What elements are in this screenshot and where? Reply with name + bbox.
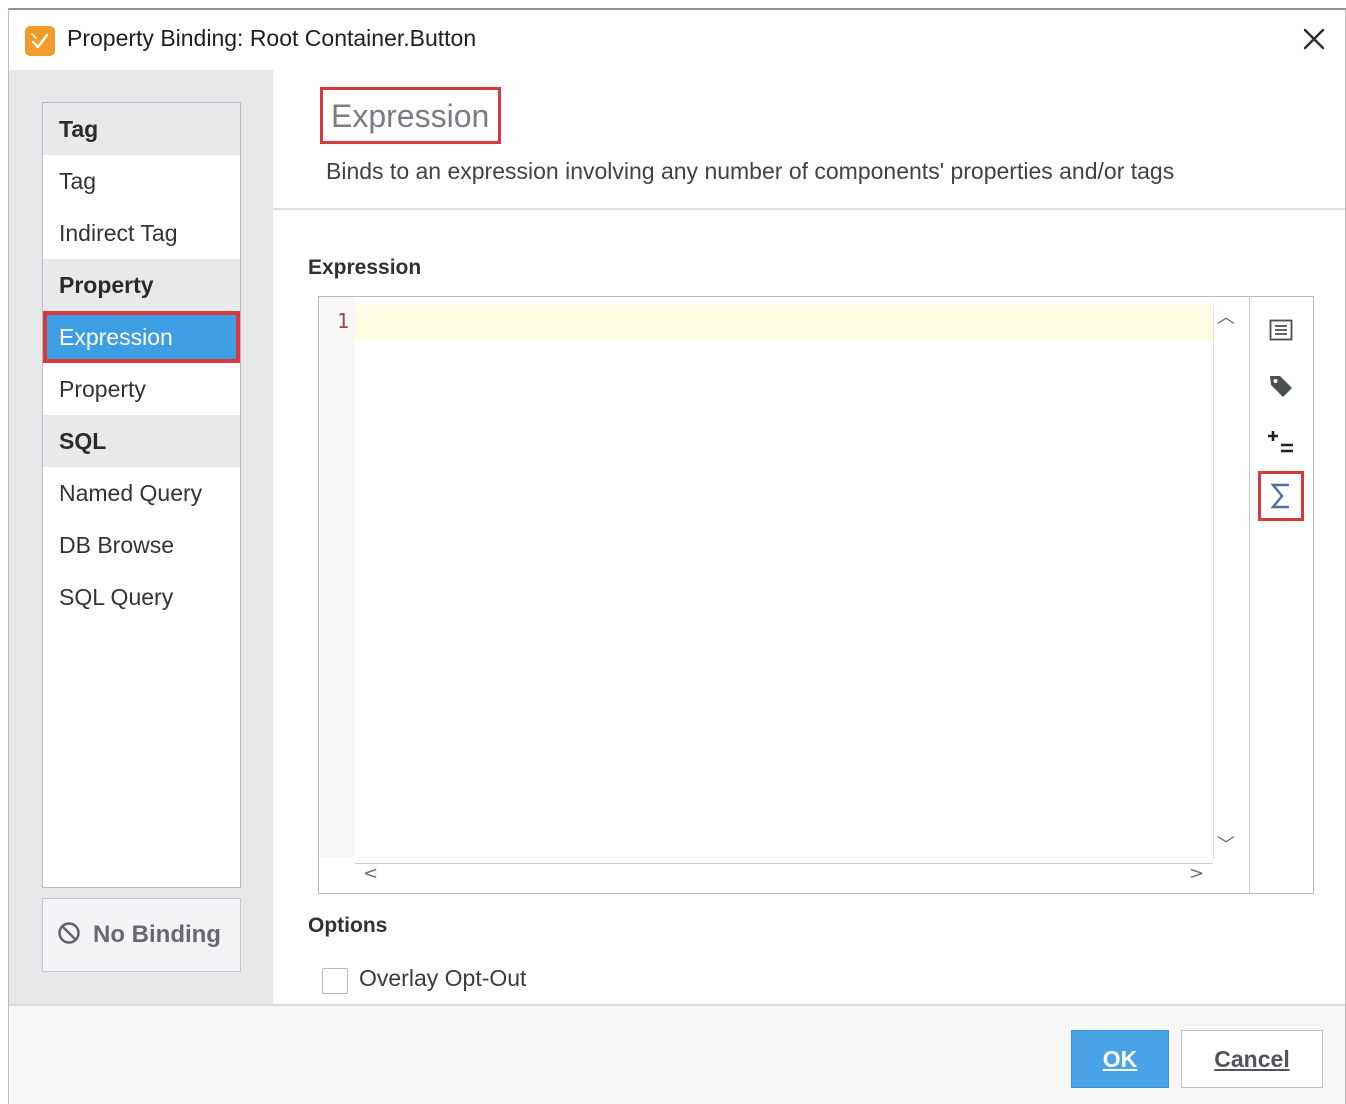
expression-text-area[interactable]: [355, 305, 1213, 341]
no-binding-label: No Binding: [93, 921, 221, 948]
binding-type-panel: Tag Tag Indirect Tag Property Expression…: [9, 70, 273, 1004]
ok-button[interactable]: OK: [1071, 1030, 1169, 1088]
scroll-down-icon[interactable]: ﹀: [1217, 831, 1235, 857]
property-binding-dialog: Property Binding: Root Container.Button …: [8, 8, 1346, 1104]
type-item-db-browse[interactable]: DB Browse: [43, 519, 240, 571]
line-number: 1: [336, 309, 349, 333]
vertical-scrollbar[interactable]: ︿ ﹀: [1213, 303, 1235, 861]
options-label: Options: [308, 914, 388, 937]
overlay-opt-out-checkbox[interactable]: [322, 968, 348, 994]
overlay-opt-out-label: Overlay Opt-Out: [359, 965, 527, 991]
title-bar: Property Binding: Root Container.Button: [9, 10, 1345, 70]
type-item-expression[interactable]: Expression: [43, 311, 240, 363]
cancel-button[interactable]: Cancel: [1181, 1030, 1323, 1088]
window-title: Property Binding: Root Container.Button: [67, 25, 477, 51]
expression-label: Expression: [308, 256, 422, 279]
scroll-up-icon[interactable]: ︿: [1217, 303, 1235, 329]
scroll-right-icon[interactable]: >: [1189, 863, 1204, 884]
type-item-named-query[interactable]: Named Query: [43, 467, 240, 519]
type-item-property[interactable]: Property: [43, 363, 240, 415]
line-number-gutter: 1: [319, 297, 355, 857]
no-binding-icon: [57, 921, 81, 949]
group-header-tag: Tag: [43, 103, 240, 155]
property-browser-icon[interactable]: [1258, 305, 1304, 355]
tag-icon[interactable]: [1258, 361, 1304, 411]
horizontal-scrollbar[interactable]: < >: [355, 863, 1213, 885]
type-item-sql-query[interactable]: SQL Query: [43, 571, 240, 623]
operators-icon[interactable]: [1258, 417, 1304, 467]
scroll-left-icon[interactable]: <: [363, 863, 378, 884]
binding-config-panel: Expression Binds to an expression involv…: [273, 70, 1345, 1004]
functions-sigma-icon[interactable]: [1258, 471, 1304, 521]
no-binding-button[interactable]: No Binding: [42, 898, 241, 972]
close-icon[interactable]: [1297, 22, 1331, 56]
group-header-property: Property: [43, 259, 240, 311]
binding-brush-icon: [25, 26, 55, 56]
type-item-tag[interactable]: Tag: [43, 155, 240, 207]
group-header-sql: SQL: [43, 415, 240, 467]
dialog-footer: OK Cancel: [9, 1004, 1345, 1104]
binding-header: Expression Binds to an expression involv…: [273, 70, 1345, 210]
binding-type-title: Expression: [320, 87, 502, 144]
expression-editor: 1 ︿ ﹀ < >: [318, 296, 1314, 894]
type-item-indirect-tag[interactable]: Indirect Tag: [43, 207, 240, 259]
binding-type-description: Binds to an expression involving any num…: [326, 158, 1175, 184]
binding-type-list: Tag Tag Indirect Tag Property Expression…: [42, 102, 241, 888]
expression-toolbar: [1249, 297, 1313, 893]
